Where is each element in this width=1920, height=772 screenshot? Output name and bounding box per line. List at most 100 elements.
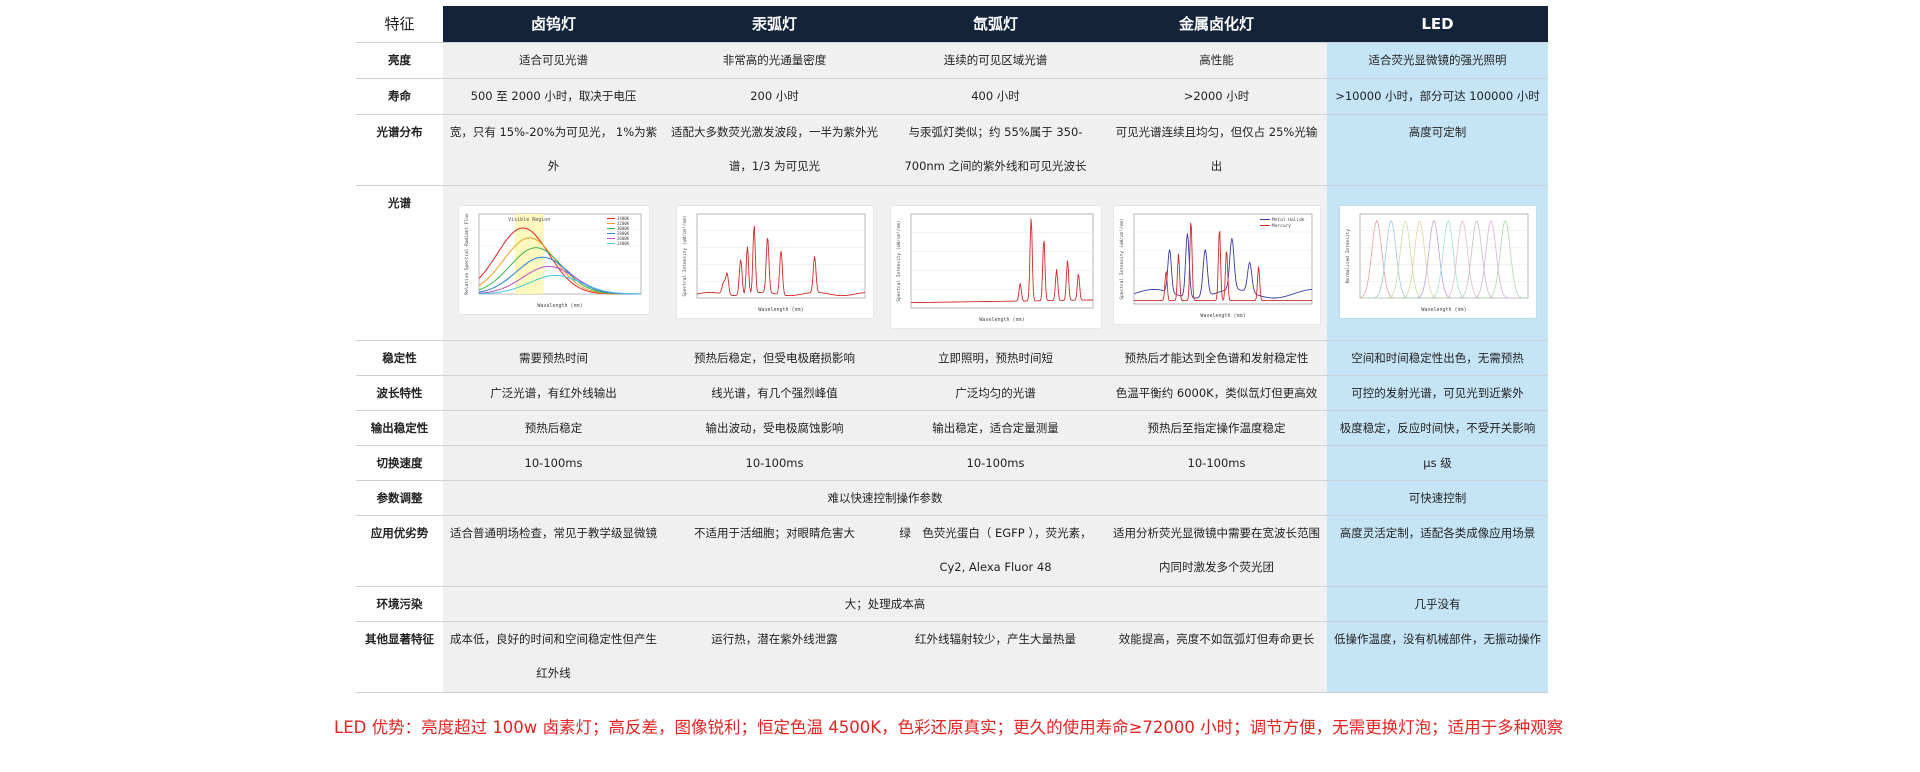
row-lifetime: 寿命 500 至 2000 小时，取决于电压 200 小时 400 小时 >20… [356,78,1548,115]
halogen-spectrum-plot: Visible Region 3400K3200K3000K2800K2600K2… [458,206,649,314]
plot-xlabel: Wavelength (nm) [537,303,582,309]
row-switch-speed: 切换速度 10-100ms 10-100ms 10-100ms 10-100ms… [356,445,1548,481]
row-label: 参数调整 [356,480,443,516]
plot-xlabel: Wavelength (nm) [758,307,803,313]
mercury-spectrum-plot: Wavelength (nm) Spectral Intensity (uW/cm… [676,206,873,318]
header-metal-halide: 金属卤化灯 [1106,6,1327,43]
cell-halogen: Visible Region 3400K 3200K 3000K 2800K 2600K 2… [443,185,664,341]
led-spectrum-plot: Wavelength (nm) Normalized Intensity [1339,206,1536,318]
cell-mercury: 200 小时 [664,78,885,115]
xenon-spectrum-plot: Wavelength (nm) Spectral Intensity (uW/cm… [890,206,1101,328]
cell-mercury: 适配大多数荧光激发波段，一半为紫外光谱，1/3 为可见光 [664,114,885,186]
row-wavelength: 波长特性 广泛光谱，有红外线输出 线光谱，有几个强烈峰值 广泛均匀的光谱 色温平… [356,375,1548,411]
cell-metal-halide: 效能提高，亮度不如氙弧灯但寿命更长 [1106,621,1327,693]
header-feature: 特征 [356,6,443,43]
cell-halogen: 500 至 2000 小时，取决于电压 [443,78,664,115]
cell-led: 适合荧光显微镜的强光照明 [1327,42,1548,79]
cell-halogen: 成本低，良好的时间和空间稳定性但产生红外线 [443,621,664,693]
legend-label: Mercury [1272,223,1291,229]
plot-ylabel: Spectral Intensity (uW/cm²/nm) [682,215,688,296]
cell-led: 极度稳定，反应时间快，不受开关影响 [1327,410,1548,446]
plot-ylabel: Spectral Intensity (uW/cm²/nm) [1119,218,1125,299]
cell-halogen: 适合普通明场检查，常见于教学级显微镜 [443,515,664,587]
cell-mercury: 预热后稳定，但受电极磨损影响 [664,340,885,376]
cell-metal-halide: Metal Halide Mercury Wavelength (nm) Spectr… [1106,185,1327,341]
cell-led: 空间和时间稳定性出色，无需预热 [1327,340,1548,376]
row-spectrum: 光谱 Visible Region 3400K 3200K 3000K 2800K 260… [356,185,1548,341]
row-stability: 稳定性 需要预热时间 预热后稳定，但受电极磨损影响 立即照明，预热时间短 预热后… [356,340,1548,376]
header-xenon: 氙弧灯 [885,6,1106,43]
legend-label: 2400K [617,241,630,246]
cell-xenon: 连续的可见区域光谱 [885,42,1106,79]
cell-led: 几乎没有 [1327,586,1548,622]
cell-xenon: Wavelength (nm) Spectral Intensity (uW/cm… [885,185,1106,341]
cell-xenon: 绿 色荧光蛋白（ EGFP ），荧光素，Cy2, Alexa Fluor 48 [885,515,1106,587]
row-output-stability: 输出稳定性 预热后稳定 输出波动，受电极腐蚀影响 输出稳定，适合定量测量 预热后… [356,410,1548,446]
cell-halogen: 适合可见光谱 [443,42,664,79]
cell-led: μs 级 [1327,445,1548,481]
visible-region-band [514,214,544,294]
plot-xlabel: Wavelength (nm) [979,317,1024,323]
cell-halogen: 宽，只有 15%-20%为可见光， 1%为紫外 [443,114,664,186]
metal-halide-spectrum-plot: Metal HalideMercury Wavelength (nm) Spectr… [1113,206,1320,324]
cell-mercury: 不适用于活细胞；对眼睛危害大 [664,515,885,587]
header-row: 特征 卤钨灯 汞弧灯 氙弧灯 金属卤化灯 LED [356,6,1548,43]
cell-xenon: 立即照明，预热时间短 [885,340,1106,376]
plot-title: Visible Region [508,217,550,223]
comparison-table: 特征 卤钨灯 汞弧灯 氙弧灯 金属卤化灯 LED 亮度 适合可见光谱 非常高的光… [356,6,1548,693]
row-brightness: 亮度 适合可见光谱 非常高的光通量密度 连续的可见区域光谱 高性能 适合荧光显微… [356,42,1548,79]
cell-metal-halide: >2000 小时 [1106,78,1327,115]
cell-mercury: 非常高的光通量密度 [664,42,885,79]
cell-mercury: 运行热，潜在紫外线泄露 [664,621,885,693]
cell-halogen: 10-100ms [443,445,664,481]
cell-xenon: 输出稳定，适合定量测量 [885,410,1106,446]
row-label: 光谱分布 [356,114,443,186]
row-label: 应用优劣势 [356,515,443,587]
row-label: 稳定性 [356,340,443,376]
cell-halogen: 预热后稳定 [443,410,664,446]
cell-halogen: 广泛光谱，有红外线输出 [443,375,664,411]
legend-label: Metal Halide [1272,217,1305,223]
row-label: 亮度 [356,42,443,79]
cell-metal-halide: 预热后至指定操作温度稳定 [1106,410,1327,446]
cell-mercury: 线光谱，有几个强烈峰值 [664,375,885,411]
row-label: 输出稳定性 [356,410,443,446]
cell-halogen: 需要预热时间 [443,340,664,376]
cell-mercury: 10-100ms [664,445,885,481]
cell-led: 可快速控制 [1327,480,1548,516]
plot-ylabel: Relative Spectral Radiant Flux [464,213,470,295]
row-label: 波长特性 [356,375,443,411]
row-label: 光谱 [356,185,443,341]
cell-metal-halide: 高性能 [1106,42,1327,79]
cell-xenon: 400 小时 [885,78,1106,115]
led-advantages-note: LED 优势：亮度超过 100w 卤素灯；高反差，图像锐利；恒定色温 4500K… [334,718,1564,737]
cell-metal-halide: 预热后才能达到全色谱和发射稳定性 [1106,340,1327,376]
cell-led: Wavelength (nm) Normalized Intensity [1327,185,1548,341]
row-label: 其他显著特征 [356,621,443,693]
cell-merged-traditional: 难以快速控制操作参数 [443,480,1327,516]
plot-xlabel: Wavelength (nm) [1421,307,1466,313]
row-spectral-distribution: 光谱分布 宽，只有 15%-20%为可见光， 1%为紫外 适配大多数荧光激发波段… [356,114,1548,186]
row-label: 切换速度 [356,445,443,481]
cell-xenon: 广泛均匀的光谱 [885,375,1106,411]
cell-merged-traditional: 大；处理成本高 [443,586,1327,622]
cell-mercury: Wavelength (nm) Spectral Intensity (uW/cm… [664,185,885,341]
cell-xenon: 10-100ms [885,445,1106,481]
plot-ylabel: Normalized Intensity [1345,229,1351,283]
cell-led: 高度可定制 [1327,114,1548,186]
cell-led: 可控的发射光谱，可见光到近紫外 [1327,375,1548,411]
cell-metal-halide: 10-100ms [1106,445,1327,481]
cell-metal-halide: 适用分析荧光显微镜中需要在宽波长范围内同时激发多个荧光团 [1106,515,1327,587]
row-label: 寿命 [356,78,443,115]
cell-metal-halide: 可见光谱连续且均匀，但仅占 25%光输出 [1106,114,1327,186]
cell-xenon: 红外线辐射较少，产生大量热量 [885,621,1106,693]
plot-xlabel: Wavelength (nm) [1200,313,1245,319]
cell-mercury: 输出波动，受电极腐蚀影响 [664,410,885,446]
cell-metal-halide: 色温平衡约 6000K，类似氙灯但更高效 [1106,375,1327,411]
row-label: 环境污染 [356,586,443,622]
cell-led: 低操作温度，没有机械部件，无振动操作 [1327,621,1548,693]
header-mercury: 汞弧灯 [664,6,885,43]
row-parameter: 参数调整 难以快速控制操作参数 可快速控制 [356,480,1548,516]
plot-ylabel: Spectral Intensity (uW/cm²/nm) [896,220,902,301]
cell-led: 高度灵活定制，适配各类成像应用场景 [1327,515,1548,587]
